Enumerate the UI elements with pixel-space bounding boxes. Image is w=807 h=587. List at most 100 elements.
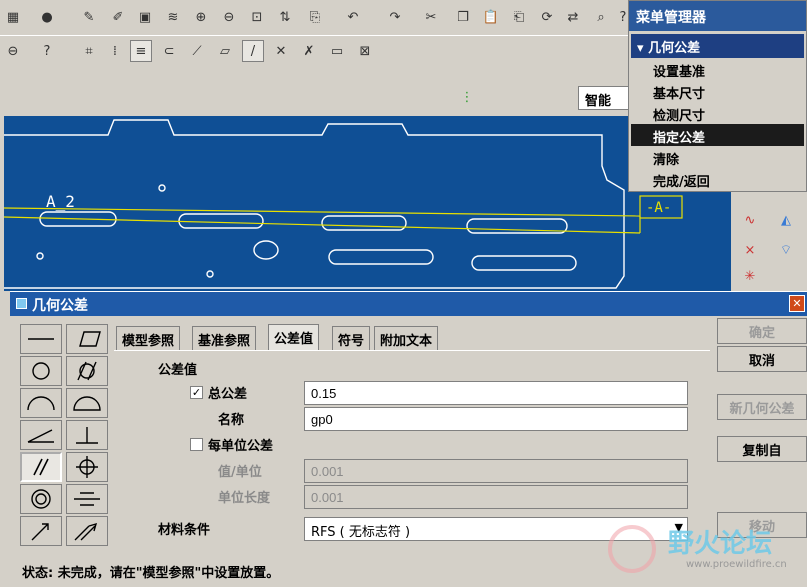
model-drawing bbox=[4, 119, 683, 289]
close-icon[interactable]: ✕ bbox=[789, 295, 805, 312]
repaint-icon[interactable]: ⇅ bbox=[274, 6, 296, 28]
surface-profile-icon[interactable] bbox=[66, 388, 108, 418]
regenerate-icon[interactable]: ⟳ bbox=[536, 6, 558, 28]
balloon-icon[interactable]: ⊂ bbox=[158, 40, 180, 62]
show-dims-icon[interactable]: ⌗ bbox=[78, 40, 100, 62]
cancel-button[interactable]: 取消 bbox=[717, 346, 807, 372]
menu-submenu-label: 几何公差 bbox=[648, 41, 701, 56]
total-tolerance-label: 总公差 bbox=[208, 387, 248, 402]
perpendicularity-icon[interactable] bbox=[66, 420, 108, 450]
total-tolerance-checkbox[interactable]: ✓ bbox=[190, 386, 203, 399]
status-message: 状态: 未完成，请在"模型参照"中设置放置。 bbox=[22, 566, 280, 581]
section-label: 公差值 bbox=[158, 363, 198, 378]
datum-axis-icon[interactable]: / bbox=[242, 40, 264, 62]
per-unit-label: 每单位公差 bbox=[208, 439, 274, 454]
refit-icon[interactable]: ▣ bbox=[134, 6, 156, 28]
traffic-light-icon: ⋮ bbox=[460, 89, 474, 105]
menu-manager-title: 菜单管理器 bbox=[629, 1, 806, 31]
circular-runout-icon[interactable] bbox=[20, 516, 62, 546]
menu-item-set-datum[interactable]: 设置基准 bbox=[631, 58, 804, 80]
datum-plane-icon[interactable]: ▱ bbox=[214, 40, 236, 62]
undo-icon[interactable]: ↶ bbox=[342, 6, 364, 28]
view-manager-icon[interactable]: ✎ bbox=[78, 6, 100, 28]
cross-icon[interactable]: ✳ bbox=[739, 265, 761, 287]
render-mode-icon[interactable]: ▦ bbox=[2, 6, 24, 28]
copy-from-button[interactable]: 复制自 bbox=[717, 436, 807, 462]
datum-label-a2: A_2 bbox=[46, 192, 75, 211]
orient-icon[interactable]: ✐ bbox=[107, 6, 129, 28]
saved-views-icon[interactable]: ⎘ bbox=[304, 6, 326, 28]
plane-icon[interactable]: ⌔ bbox=[775, 239, 797, 261]
zoom-in-icon[interactable]: ⊕ bbox=[190, 6, 212, 28]
total-runout-icon[interactable] bbox=[66, 516, 108, 546]
cylindricity-icon[interactable] bbox=[66, 356, 108, 386]
window-activate-icon[interactable]: ▭ bbox=[326, 40, 348, 62]
per-unit-checkbox[interactable] bbox=[190, 438, 203, 451]
paste-icon[interactable]: 📋 bbox=[480, 6, 502, 28]
menu-item-clear[interactable]: 清除 bbox=[631, 146, 804, 168]
surface-icon[interactable]: ◭ bbox=[775, 209, 797, 231]
material-condition-label: 材料条件 bbox=[158, 523, 211, 538]
zoom-fit-icon[interactable]: ⊡ bbox=[246, 6, 268, 28]
watermark-logo-icon bbox=[608, 525, 656, 573]
ok-button[interactable]: 确定 bbox=[717, 318, 807, 344]
menu-geometric-tolerance[interactable]: ▾ 几何公差 bbox=[631, 34, 804, 58]
tab-tolerance-value[interactable]: 公差值 bbox=[268, 324, 320, 350]
copy-icon[interactable]: ❐ bbox=[452, 6, 474, 28]
value-per-unit-label: 值/单位 bbox=[218, 465, 262, 480]
unit-length-input[interactable] bbox=[304, 485, 688, 509]
concentricity-icon[interactable] bbox=[20, 484, 62, 514]
paste-special-icon[interactable]: ⎗ bbox=[508, 6, 530, 28]
total-tolerance-input[interactable] bbox=[304, 381, 688, 405]
new-tolerance-button[interactable]: 新几何公差 bbox=[717, 394, 807, 420]
note-icon[interactable]: ≡ bbox=[130, 40, 152, 62]
datum-display-icon[interactable]: ⊖ bbox=[2, 40, 24, 62]
tab-additional-text[interactable]: 附加文本 bbox=[374, 326, 439, 350]
tab-model-refs[interactable]: 模型参照 bbox=[116, 326, 181, 350]
cut-icon[interactable]: ✂ bbox=[420, 6, 442, 28]
tab-symbol[interactable]: 符号 bbox=[332, 326, 371, 350]
name-input[interactable] bbox=[304, 407, 688, 431]
watermark-text: 野火论坛 bbox=[668, 529, 773, 559]
layers-icon[interactable]: ≋ bbox=[162, 6, 184, 28]
parallelism-icon[interactable] bbox=[20, 452, 62, 482]
coord-sys-icon[interactable]: ✗ bbox=[298, 40, 320, 62]
sketch-curve-icon[interactable]: ∿ bbox=[739, 209, 761, 231]
name-label: 名称 bbox=[218, 413, 245, 428]
menu-item-specify-tol[interactable]: 指定公差 bbox=[631, 124, 804, 146]
redo-icon[interactable]: ↷ bbox=[384, 6, 406, 28]
datum-point-icon[interactable]: ✕ bbox=[270, 40, 292, 62]
forum-watermark: 野火论坛 www.proewildfire.cn bbox=[598, 515, 807, 583]
datum-label-a: -A- bbox=[646, 200, 672, 216]
shading-sphere-icon[interactable]: ● bbox=[36, 6, 58, 28]
axis-icon[interactable]: ⟋ bbox=[186, 40, 208, 62]
position-icon[interactable] bbox=[66, 452, 108, 482]
context-help-icon[interactable]: ? bbox=[36, 40, 58, 62]
dialog-window-icon bbox=[16, 298, 27, 309]
symmetry-icon[interactable] bbox=[66, 484, 108, 514]
relations-icon[interactable]: ⇄ bbox=[562, 6, 584, 28]
line-profile-icon[interactable] bbox=[20, 388, 62, 418]
graphics-window[interactable]: A_2 -A- bbox=[4, 116, 731, 291]
angularity-icon[interactable] bbox=[20, 420, 62, 450]
watermark-url: www.proewildfire.cn bbox=[686, 559, 787, 570]
dialog-title: 几何公差 bbox=[32, 298, 88, 314]
straightness-icon[interactable] bbox=[20, 324, 62, 354]
value-per-unit-input[interactable] bbox=[304, 459, 688, 483]
zoom-out-icon[interactable]: ⊖ bbox=[218, 6, 240, 28]
tab-datum-refs[interactable]: 基准参照 bbox=[192, 326, 257, 350]
window-close-icon[interactable]: ⊠ bbox=[354, 40, 376, 62]
menu-manager: 菜单管理器 ▾ 几何公差 设置基准 基本尺寸 检测尺寸 指定公差 清除 完成/返… bbox=[628, 0, 807, 192]
flatness-icon[interactable] bbox=[66, 324, 108, 354]
unit-length-label: 单位长度 bbox=[218, 491, 271, 506]
dialog-title-bar[interactable]: 几何公差 ✕ bbox=[10, 292, 807, 316]
circularity-icon[interactable] bbox=[20, 356, 62, 386]
find-icon[interactable]: ⌕ bbox=[590, 6, 612, 28]
point-icon[interactable]: × bbox=[739, 239, 761, 261]
material-condition-value: RFS ( 无标志符 ) bbox=[311, 525, 411, 540]
right-tool-palette: ∿ ◭ × ⌔ ✳ bbox=[735, 195, 807, 291]
menu-item-inspect-dim[interactable]: 检测尺寸 bbox=[631, 102, 804, 124]
menu-item-basic-dim[interactable]: 基本尺寸 bbox=[631, 80, 804, 102]
insert-dimension-icon[interactable]: ⁞ bbox=[104, 40, 126, 62]
menu-item-done-return[interactable]: 完成/返回 bbox=[631, 168, 804, 190]
